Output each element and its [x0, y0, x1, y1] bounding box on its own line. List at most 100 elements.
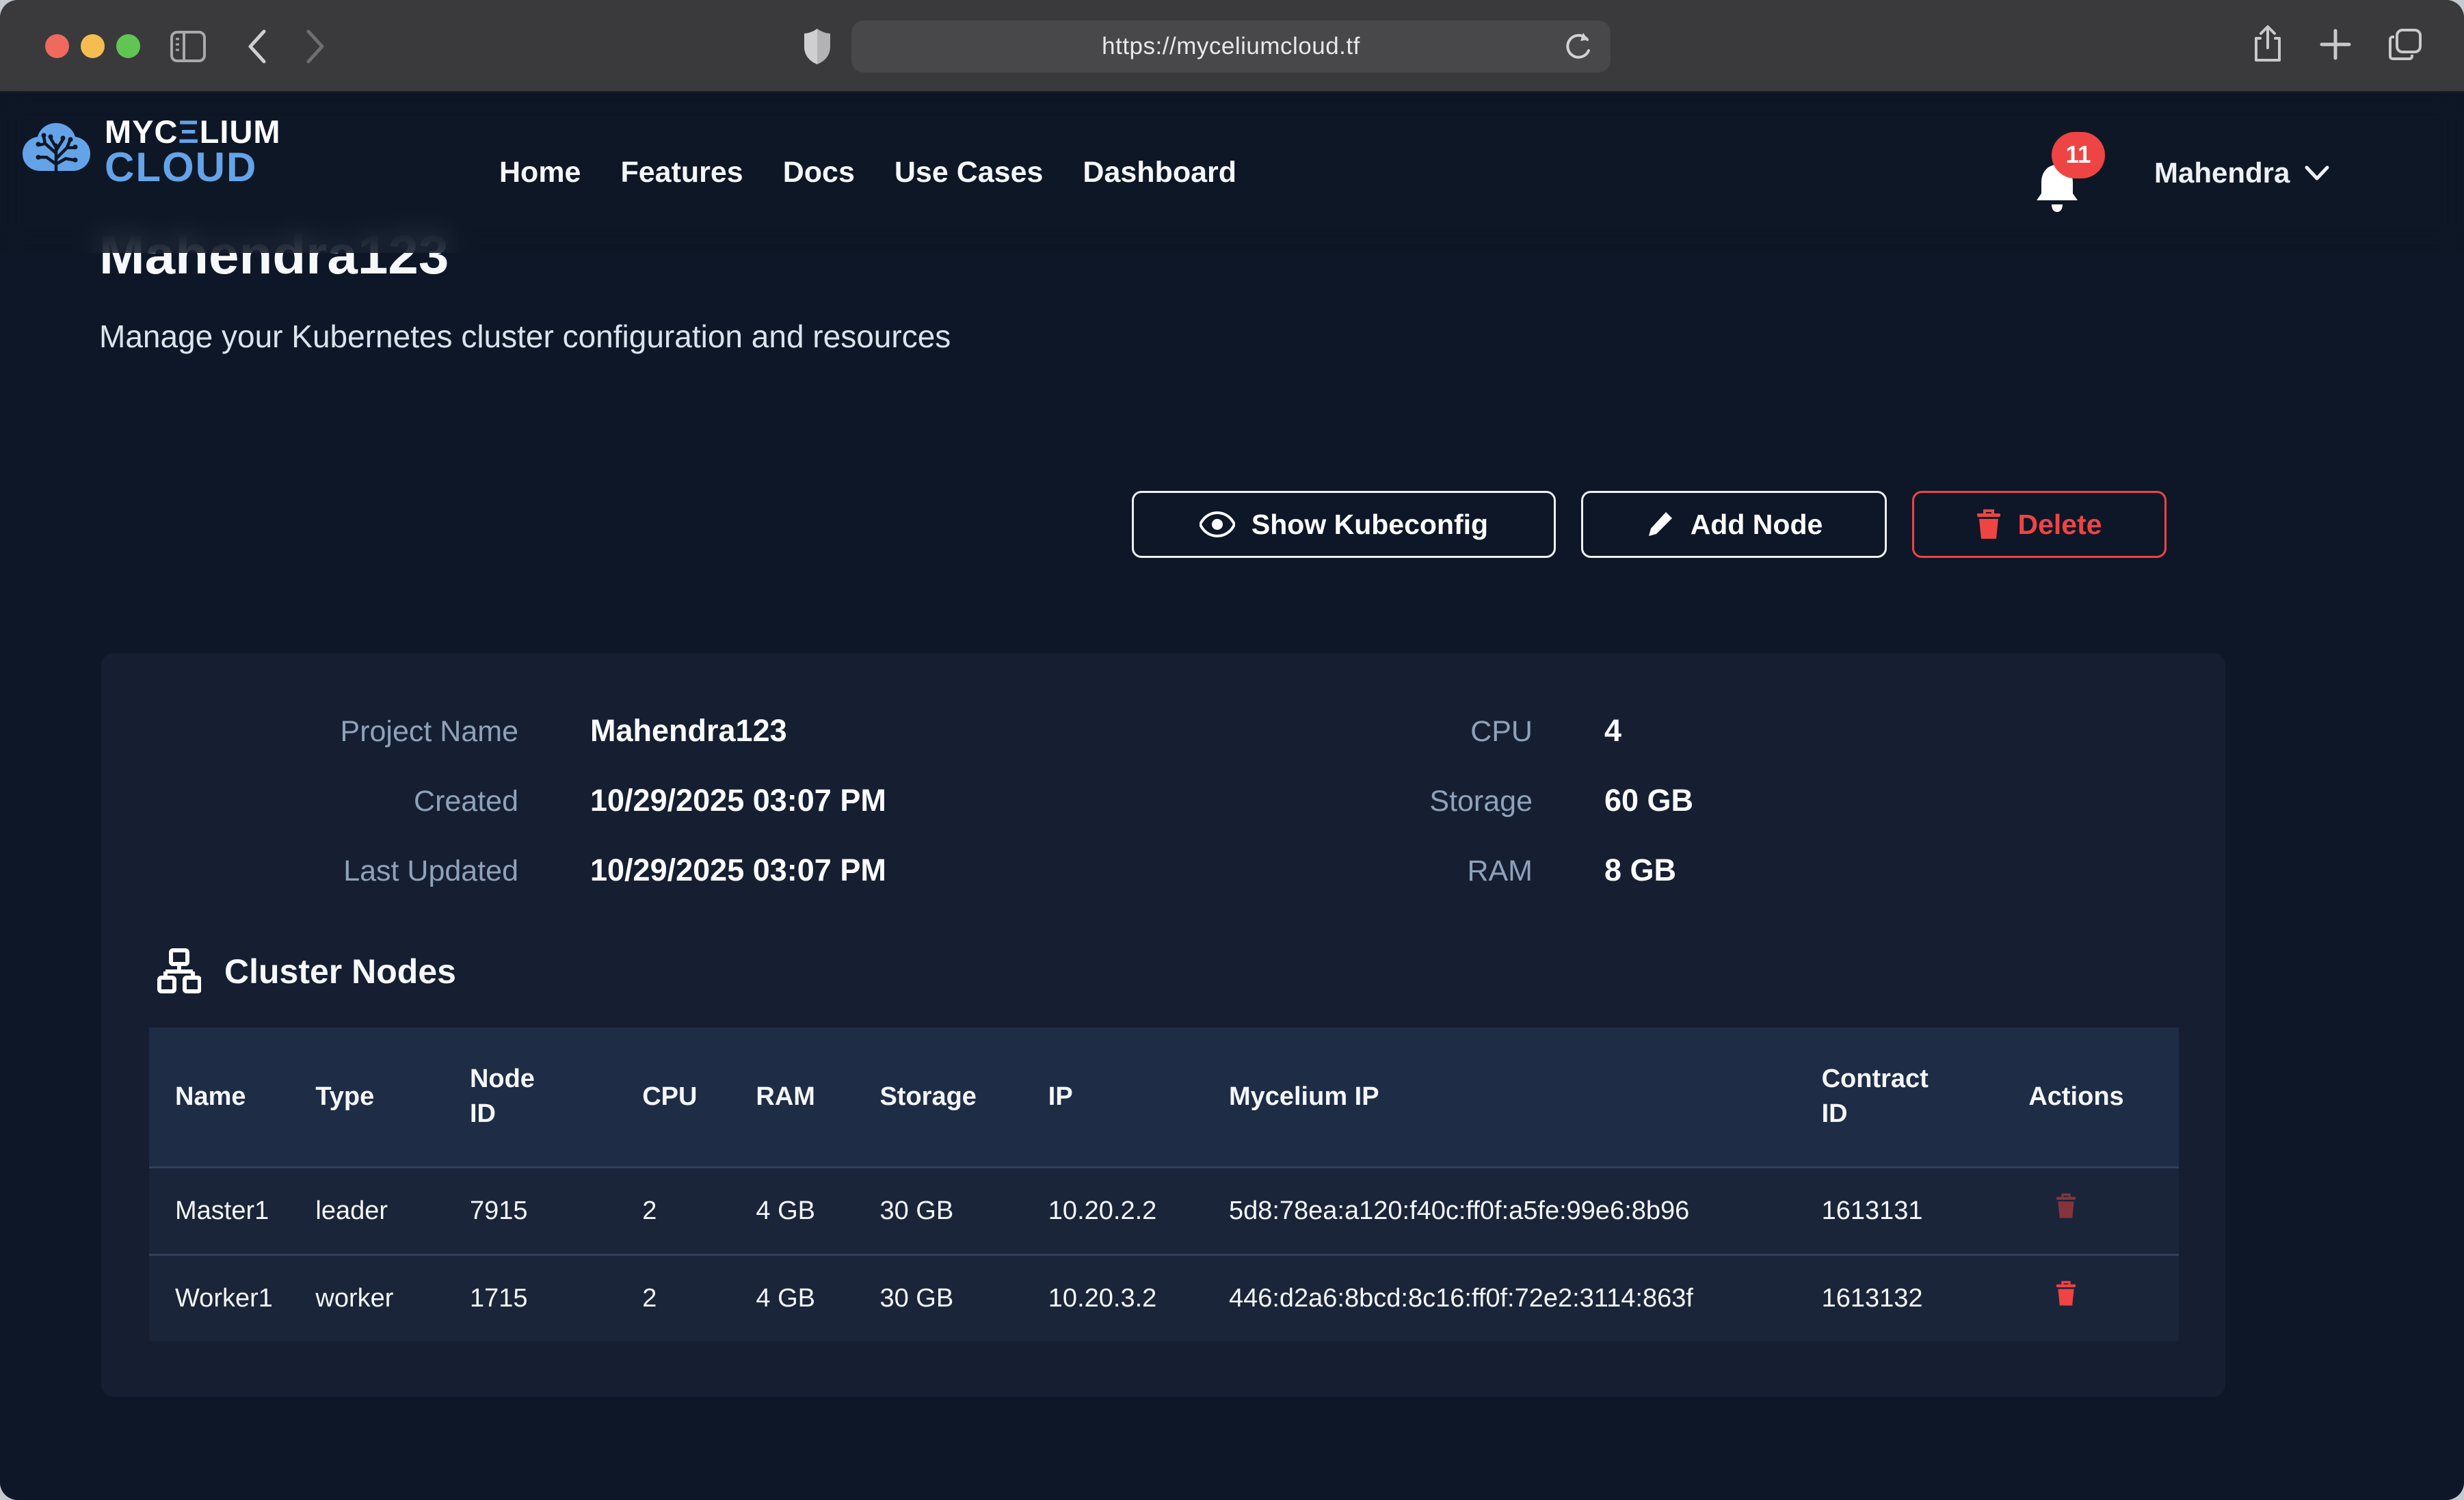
cell-node-id: 1715: [470, 1255, 642, 1341]
cluster-details-card: Project Name Mahendra123 Created 10/29/2…: [101, 653, 2225, 1397]
cell-name: Master1: [149, 1167, 315, 1255]
brand-logo[interactable]: MYCΞLIUM CLOUD: [21, 117, 281, 187]
info-row-project-name: Project Name Mahendra123: [149, 713, 1163, 749]
cell-type: leader: [315, 1167, 470, 1255]
table-row: Worker1 worker 1715 2 4 GB 30 GB 10.20.3…: [149, 1255, 2179, 1341]
col-header-storage: Storage: [879, 1028, 1048, 1167]
brand-wordmark: MYCΞLIUM CLOUD: [105, 117, 281, 187]
cell-actions: [2028, 1167, 2179, 1255]
add-node-label: Add Node: [1691, 509, 1823, 541]
pencil-icon: [1645, 510, 1674, 539]
nav-item-home[interactable]: Home: [499, 156, 581, 189]
ram-value: 8 GB: [1604, 853, 1676, 888]
cell-cpu: 2: [642, 1255, 756, 1341]
site-header: MYCΞLIUM CLOUD Home Features Docs Use Ca…: [0, 92, 2464, 253]
delete-label: Delete: [2017, 509, 2102, 541]
share-icon[interactable]: [2252, 25, 2283, 68]
refresh-icon[interactable]: [1563, 30, 1593, 68]
col-header-name: Name: [149, 1028, 315, 1167]
address-bar[interactable]: https://myceliumcloud.tf: [851, 21, 1611, 72]
cell-ram: 4 GB: [756, 1255, 879, 1341]
eye-icon: [1200, 511, 1235, 537]
project-name-value: Mahendra123: [590, 713, 787, 749]
add-node-button[interactable]: Add Node: [1581, 491, 1887, 558]
user-menu[interactable]: Mahendra: [2154, 92, 2329, 253]
cell-actions: [2028, 1255, 2179, 1341]
cell-cpu: 2: [642, 1167, 756, 1255]
cluster-nodes-title: Cluster Nodes: [224, 952, 456, 991]
cell-node-id: 7915: [470, 1167, 642, 1255]
sidebar-toggle-icon[interactable]: [164, 0, 212, 92]
cell-storage: 30 GB: [879, 1255, 1048, 1341]
cluster-nodes-heading: Cluster Nodes: [157, 948, 2225, 995]
cell-ip: 10.20.2.2: [1048, 1167, 1229, 1255]
mycelium-cloud-logo-icon: [21, 118, 92, 186]
new-tab-icon[interactable]: [2319, 28, 2352, 64]
show-kubeconfig-button[interactable]: Show Kubeconfig: [1132, 491, 1556, 558]
nav-item-features[interactable]: Features: [620, 156, 743, 189]
cell-ram: 4 GB: [756, 1167, 879, 1255]
info-row-storage: Storage 60 GB: [1163, 783, 2177, 818]
info-row-ram: RAM 8 GB: [1163, 853, 2177, 888]
last-updated-label: Last Updated: [149, 855, 518, 888]
last-updated-value: 10/29/2025 03:07 PM: [590, 853, 886, 888]
brand-word-cloud: CLOUD: [105, 148, 281, 187]
created-value: 10/29/2025 03:07 PM: [590, 783, 886, 818]
nav-item-docs[interactable]: Docs: [783, 156, 855, 189]
col-header-actions: Actions: [2028, 1028, 2179, 1167]
delete-node-button[interactable]: [2028, 1193, 2076, 1221]
col-header-cpu: CPU: [642, 1028, 756, 1167]
chevron-down-icon: [2305, 165, 2329, 181]
toolbar-right-icons: [2252, 0, 2423, 92]
ram-label: RAM: [1163, 855, 1533, 888]
info-row-created: Created 10/29/2025 03:07 PM: [149, 783, 1163, 818]
main-nav: Home Features Docs Use Cases Dashboard: [499, 92, 1236, 253]
cell-mycelium-ip: 5d8:78ea:a120:f40c:ff0f:a5fe:99e6:8b96: [1229, 1167, 1822, 1255]
browser-window: https://myceliumcloud.tf: [0, 0, 2464, 1500]
page-content: Mahendra123 Manage your Kubernetes clust…: [0, 92, 2464, 1500]
notifications-button[interactable]: 11: [2032, 132, 2121, 224]
delete-cluster-button[interactable]: Delete: [1912, 491, 2167, 558]
privacy-shield-icon[interactable]: [793, 0, 841, 92]
zoom-window-button[interactable]: [116, 34, 140, 58]
col-header-ram: RAM: [756, 1028, 879, 1167]
minimize-window-button[interactable]: [81, 34, 105, 58]
user-name: Mahendra: [2154, 157, 2290, 189]
cell-mycelium-ip: 446:d2a6:8bcd:8c16:ff0f:72e2:3114:863f: [1229, 1255, 1822, 1341]
trash-icon: [1976, 509, 2001, 539]
traffic-lights: [45, 34, 140, 58]
cpu-label: CPU: [1163, 715, 1533, 749]
cluster-actions: Show Kubeconfig Add Node Delete: [1132, 491, 2167, 558]
cell-storage: 30 GB: [879, 1167, 1048, 1255]
page-subtitle: Manage your Kubernetes cluster configura…: [99, 318, 951, 355]
cpu-value: 4: [1604, 713, 1621, 749]
col-header-node-id: Node ID: [470, 1028, 642, 1167]
storage-label: Storage: [1163, 785, 1533, 818]
trash-icon: [2056, 1193, 2076, 1219]
browser-toolbar: https://myceliumcloud.tf: [0, 0, 2464, 92]
back-button-icon[interactable]: [236, 0, 277, 92]
cell-type: worker: [315, 1255, 470, 1341]
col-header-ip: IP: [1048, 1028, 1229, 1167]
info-row-cpu: CPU 4: [1163, 713, 2177, 749]
cell-contract-id: 1613131: [1822, 1167, 2029, 1255]
table-header-row: Name Type Node ID CPU RAM Storage IP Myc…: [149, 1028, 2179, 1167]
col-header-mycelium-ip: Mycelium IP: [1229, 1028, 1822, 1167]
url-text: https://myceliumcloud.tf: [1102, 33, 1360, 60]
table-row: Master1 leader 7915 2 4 GB 30 GB 10.20.2…: [149, 1167, 2179, 1255]
col-header-type: Type: [315, 1028, 470, 1167]
show-kubeconfig-label: Show Kubeconfig: [1251, 509, 1488, 541]
close-window-button[interactable]: [45, 34, 69, 58]
cell-name: Worker1: [149, 1255, 315, 1341]
forward-button-icon[interactable]: [295, 0, 336, 92]
created-label: Created: [149, 785, 518, 818]
nav-item-use-cases[interactable]: Use Cases: [895, 156, 1044, 189]
notification-count-badge: 11: [2052, 132, 2105, 178]
project-info: Project Name Mahendra123 Created 10/29/2…: [101, 653, 2225, 922]
project-name-label: Project Name: [149, 715, 518, 749]
delete-node-button[interactable]: [2028, 1281, 2076, 1309]
col-header-contract-id: Contract ID: [1822, 1028, 2029, 1167]
nav-item-dashboard[interactable]: Dashboard: [1083, 156, 1236, 189]
cell-ip: 10.20.3.2: [1048, 1255, 1229, 1341]
tab-overview-icon[interactable]: [2387, 27, 2423, 65]
